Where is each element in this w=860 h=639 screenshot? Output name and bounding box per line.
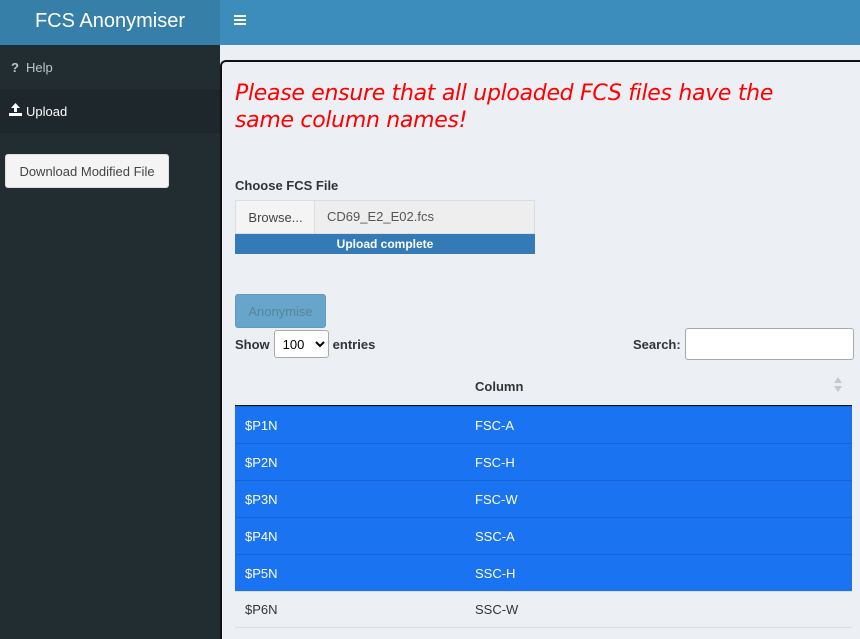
- table-search: Search:: [633, 328, 854, 360]
- table-header: Column: [235, 367, 852, 406]
- upload-progress-bar: Upload complete: [235, 234, 535, 254]
- browse-button[interactable]: Browse...: [235, 200, 315, 234]
- sidebar-item-label: Upload: [26, 103, 68, 119]
- table-row[interactable]: $P4N SSC-A: [235, 517, 852, 554]
- sidebar: ? Help Upload Download Modified File: [0, 45, 220, 639]
- search-input[interactable]: [684, 328, 854, 360]
- table-cell-column: SSC-H: [475, 565, 516, 581]
- table-cell-key: $P1N: [245, 417, 278, 433]
- upload-icon: [8, 103, 22, 119]
- entries-select[interactable]: 100: [273, 330, 329, 358]
- table-cell-column: SSC-A: [475, 528, 515, 544]
- top-navbar: [220, 0, 860, 45]
- table-cell-key: $P4N: [245, 528, 278, 544]
- app-title: FCS Anonymiser: [0, 0, 220, 45]
- entries-label: entries: [332, 336, 376, 352]
- table-cell-column: SSC-W: [475, 602, 519, 617]
- sidebar-item-help[interactable]: ? Help: [0, 45, 220, 89]
- table-cell-key: $P3N: [245, 491, 278, 507]
- table-row[interactable]: $P3N FSC-W: [235, 480, 852, 517]
- question-icon: ?: [11, 59, 19, 75]
- file-input-label: Choose FCS File: [235, 178, 339, 193]
- table-row[interactable]: $P5N SSC-H: [235, 554, 852, 591]
- columns-table: Column $P1N FSC-A $P2N FSC-H $P3N FSC-W …: [235, 367, 852, 628]
- sidebar-item-label: Help: [26, 59, 53, 75]
- entries-length-control: Show 100 entries: [235, 330, 375, 358]
- table-cell-key: $P6N: [245, 602, 278, 617]
- warning-message: Please ensure that all uploaded FCS file…: [235, 81, 774, 133]
- sidebar-item-upload[interactable]: Upload: [0, 89, 220, 133]
- hamburger-icon[interactable]: [232, 12, 248, 32]
- anonymise-button[interactable]: Anonymise: [235, 294, 326, 328]
- file-name-field[interactable]: CD69_E2_E02.fcs: [314, 200, 535, 234]
- table-row[interactable]: $P1N FSC-A: [235, 406, 852, 443]
- sort-icon[interactable]: [834, 377, 842, 395]
- search-label: Search:: [633, 336, 681, 352]
- table-row[interactable]: $P2N FSC-H: [235, 443, 852, 480]
- table-row[interactable]: $P6N SSC-W: [235, 591, 852, 628]
- table-cell-key: $P5N: [245, 565, 278, 581]
- table-cell-column: FSC-W: [475, 491, 518, 507]
- column-header-column[interactable]: Column: [475, 379, 852, 394]
- show-label: Show: [235, 336, 270, 352]
- download-modified-file-button[interactable]: Download Modified File: [5, 154, 169, 188]
- table-cell-column: FSC-H: [475, 454, 515, 470]
- table-cell-key: $P2N: [245, 454, 278, 470]
- table-cell-column: FSC-A: [475, 417, 514, 433]
